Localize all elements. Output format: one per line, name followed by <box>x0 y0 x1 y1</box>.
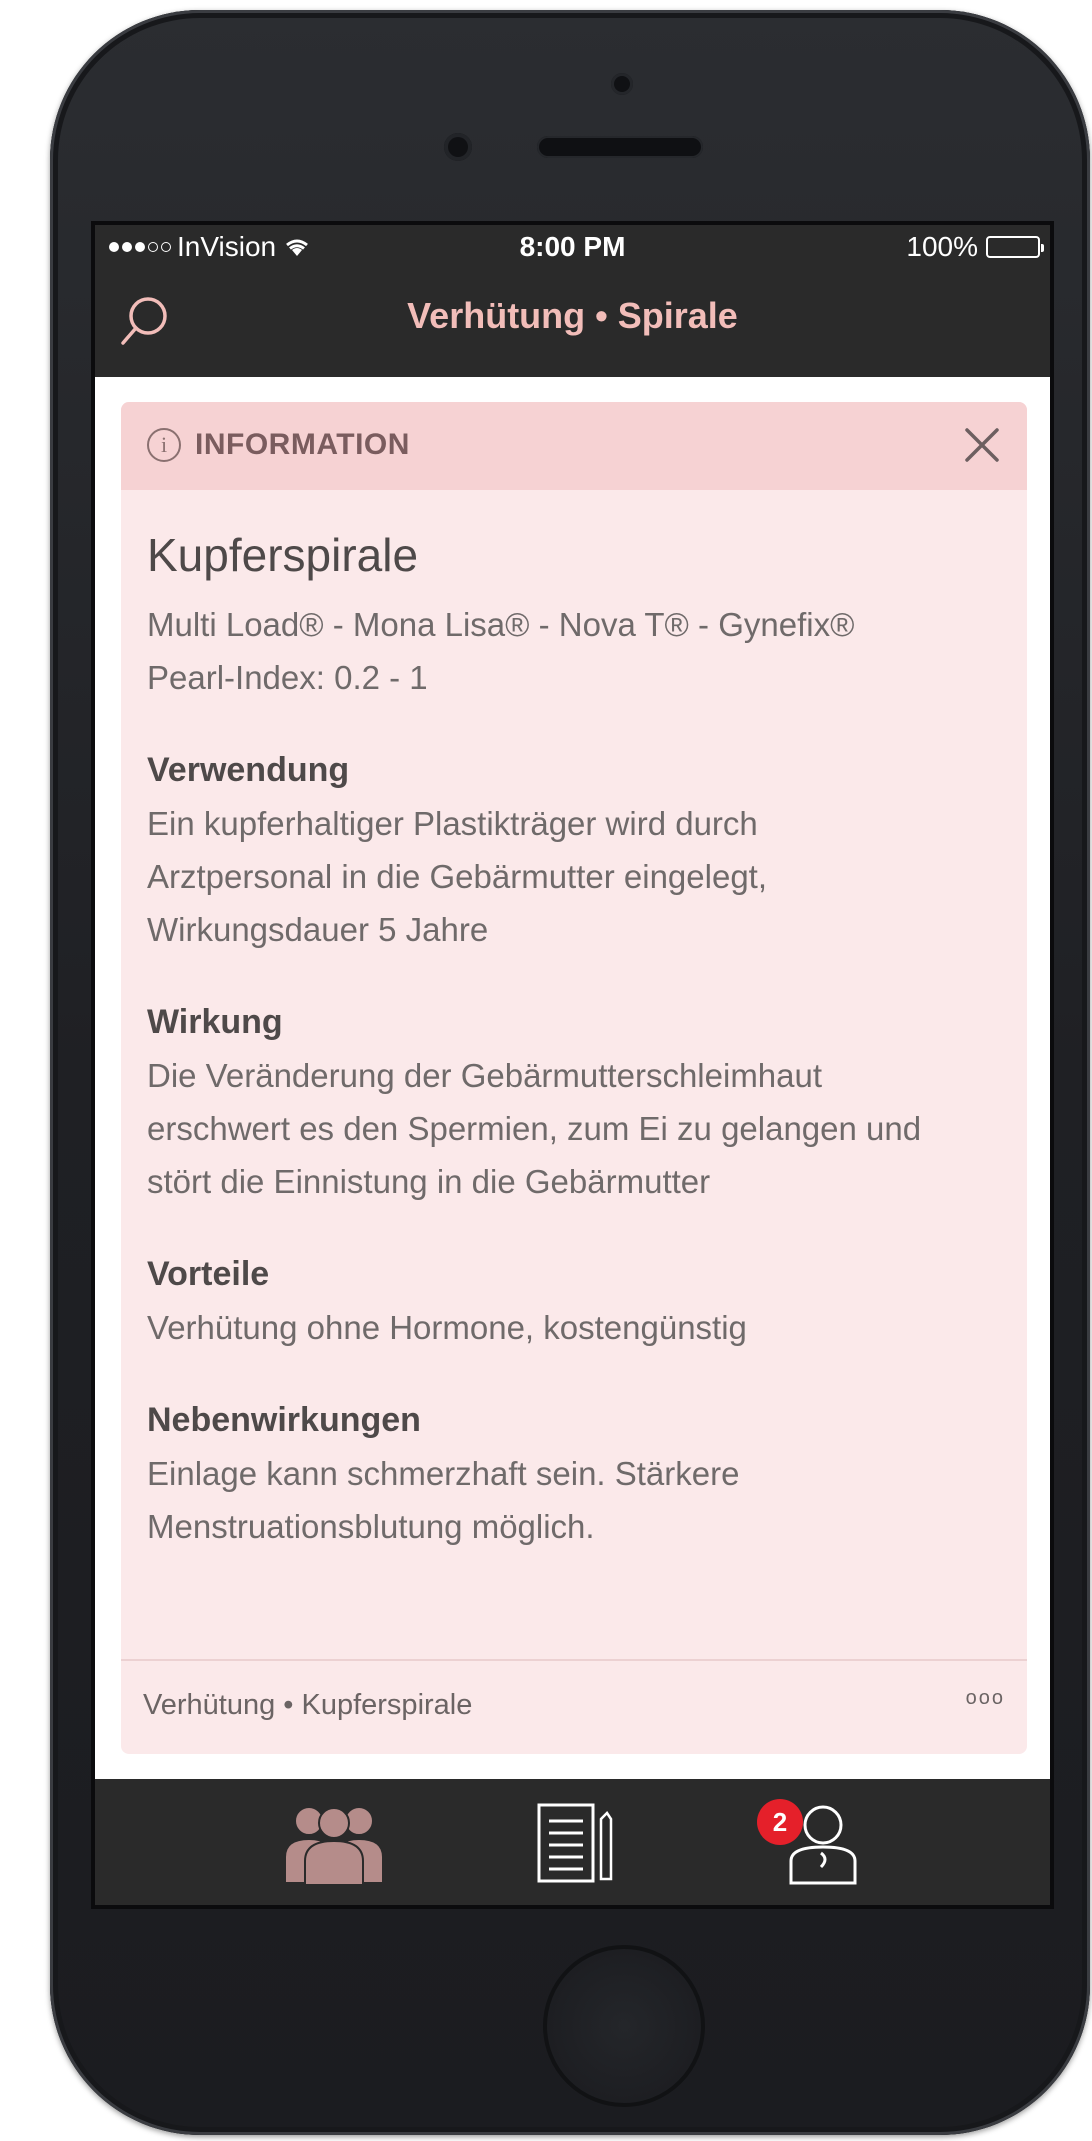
close-icon[interactable] <box>959 422 1005 468</box>
app-screen: InVision 8:00 PM 100% Verhütung • Spiral… <box>95 225 1050 1905</box>
section-verwendung: Verwendung Ein kupferhaltiger Plastikträ… <box>147 744 1007 956</box>
card-header: i INFORMATION <box>121 402 1027 490</box>
info-icon: i <box>147 428 181 462</box>
card-body: Kupferspirale Multi Load® - Mona Lisa® -… <box>147 528 1007 1553</box>
pearl-index: Pearl-Index: 0.2 - 1 <box>147 659 428 696</box>
section-text: Wirkungsdauer 5 Jahre <box>147 911 489 948</box>
section-heading: Nebenwirkungen <box>147 1401 421 1439</box>
information-card: i INFORMATION Kupferspirale Multi Load® … <box>121 402 1027 1754</box>
section-text: Arztpersonal in die Gebärmutter eingeleg… <box>147 858 768 895</box>
home-button[interactable] <box>543 1945 705 2107</box>
notification-badge: 2 <box>757 1799 803 1845</box>
community-icon[interactable] <box>281 1801 387 1885</box>
battery-percentage: 100% <box>906 231 978 262</box>
card-title: Kupferspirale <box>147 529 419 581</box>
section-text: Die Veränderung der Gebärmutterschleimha… <box>147 1057 823 1094</box>
page-title: Verhütung • Spirale <box>407 295 738 336</box>
tab-bar: 2 <box>95 1779 1050 1905</box>
front-camera <box>611 73 633 95</box>
proximity-sensor <box>444 133 472 161</box>
section-text: erschwert es den Spermien, zum Ei zu gel… <box>147 1110 922 1147</box>
main-content: i INFORMATION Kupferspirale Multi Load® … <box>95 377 1050 1779</box>
card-footer: Verhütung • Kupferspirale ooo <box>121 1659 1027 1754</box>
brand-list: Multi Load® - Mona Lisa® - Nova T® - Gyn… <box>147 606 855 643</box>
status-bar: InVision 8:00 PM 100% <box>95 225 1050 267</box>
section-text: Menstruationsblutung möglich. <box>147 1508 595 1545</box>
section-text: Einlage kann schmerzhaft sein. Stärkere <box>147 1455 740 1492</box>
section-nebenwirkungen: Nebenwirkungen Einlage kann schmerzhaft … <box>147 1394 1007 1553</box>
footer-breadcrumb[interactable]: Verhütung • Kupferspirale <box>143 1689 472 1722</box>
section-heading: Vorteile <box>147 1255 270 1293</box>
section-wirkung: Wirkung Die Veränderung der Gebärmutters… <box>147 996 1007 1208</box>
battery-status: 100% <box>906 231 1044 263</box>
section-vorteile: Vorteile Verhütung ohne Hormone, kosteng… <box>147 1248 1007 1354</box>
section-text: Verhütung ohne Hormone, kostengünstig <box>147 1309 747 1346</box>
card-header-label: INFORMATION <box>195 428 410 461</box>
section-text: stört die Einnistung in die Gebärmutter <box>147 1163 711 1200</box>
section-heading: Verwendung <box>147 751 350 789</box>
more-options-button[interactable]: ooo <box>966 1687 1005 1710</box>
section-heading: Wirkung <box>147 1003 283 1041</box>
navigation-bar: Verhütung • Spirale <box>95 267 1050 377</box>
battery-icon <box>986 236 1044 258</box>
section-text: Ein kupferhaltiger Plastikträger wird du… <box>147 805 758 842</box>
earpiece-speaker <box>537 136 703 158</box>
notes-icon[interactable] <box>537 1801 613 1885</box>
